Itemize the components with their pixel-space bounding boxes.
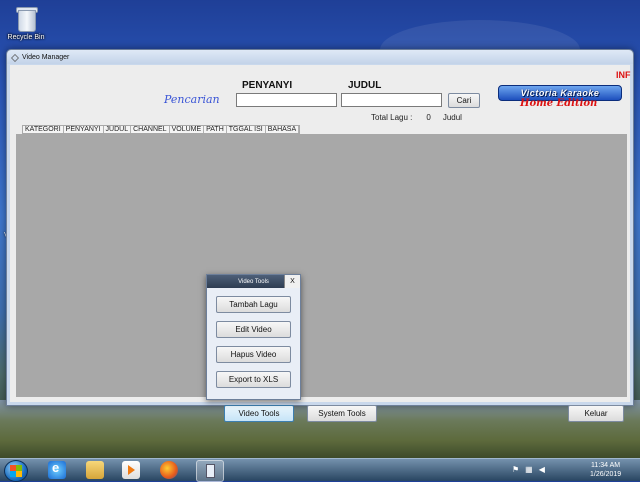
info-label: INF [616,70,631,80]
judul-search-input[interactable] [341,93,442,107]
total-lagu: Total Lagu : 0 Judul [371,113,462,122]
video-tools-button[interactable]: Video Tools [224,405,294,422]
video-manager-window: Video Manager PENYANYI JUDUL INF Pencari… [6,49,634,422]
system-tray: ⚑ ▦ ◀ [512,465,545,474]
video-manager-taskbar-icon[interactable] [196,460,224,482]
penyanyi-search-input[interactable] [236,93,337,107]
column-header[interactable]: VOLUME [170,126,205,133]
column-header[interactable]: JUDUL [104,126,132,133]
window-title: Video Manager [22,53,70,61]
tray-volume-icon[interactable]: ◀ [539,465,545,474]
firefox-icon[interactable] [160,461,178,479]
tray-network-icon[interactable]: ▦ [525,465,533,474]
edit-video-button[interactable]: Edit Video [216,321,291,338]
clock[interactable]: 11:34 AM 1/26/2019 [590,461,621,479]
column-header[interactable]: PENYANYI [64,126,104,133]
logo-sub-text: Home Edition [520,98,598,109]
media-player-icon[interactable] [122,461,140,479]
export-xls-button[interactable]: Export to XLS [216,371,291,388]
recycle-bin-shortcut[interactable]: Recycle Bin [6,4,46,41]
video-tools-popup: Video Tools X Tambah Lagu Edit Video Hap… [206,274,301,400]
tambah-lagu-button[interactable]: Tambah Lagu [216,296,291,313]
penyanyi-label: PENYANYI [242,80,293,91]
file-explorer-icon[interactable] [86,461,104,479]
judul-label: JUDUL [348,80,382,91]
total-lagu-count: 0 [426,113,431,122]
song-table-area[interactable] [16,134,627,397]
taskbar: ⚑ ▦ ◀ 11:34 AM 1/26/2019 [0,458,640,482]
keluar-button[interactable]: Keluar [568,405,624,422]
close-icon[interactable]: X [284,275,300,288]
clock-date: 1/26/2019 [590,471,622,478]
clock-time: 11:34 AM [591,462,621,469]
popup-title: Video Tools [238,278,269,285]
table-header: KATEGORI PENYANYI JUDUL CHANNEL VOLUME P… [22,125,301,134]
total-lagu-unit: Judul [442,113,462,122]
column-header[interactable]: KATEGORI [23,126,64,133]
pencarian-label: Pencarian [164,93,220,106]
recycle-bin-icon [14,4,38,32]
column-header[interactable]: TGGAL ISI [227,126,266,133]
recycle-bin-label: Recycle Bin [7,34,45,41]
tray-flag-icon[interactable]: ⚑ [512,465,519,474]
hapus-video-button[interactable]: Hapus Video [216,346,291,363]
column-header[interactable]: CHANNEL [131,126,170,133]
cari-button[interactable]: Cari [448,93,480,108]
total-lagu-label: Total Lagu : [371,113,413,122]
victoria-karaoke-logo: Victoria Karaoke Home Edition [498,85,622,121]
app-icon [11,53,19,61]
column-header[interactable]: BAHASA [266,126,300,133]
column-header[interactable]: PATH [204,126,227,133]
window-client-area: PENYANYI JUDUL INF Pencarian Cari Total … [10,65,631,422]
system-tools-button[interactable]: System Tools [307,405,377,422]
window-titlebar[interactable]: Video Manager [7,50,633,64]
popup-titlebar[interactable]: Video Tools X [207,275,300,288]
start-button[interactable] [4,460,28,482]
internet-explorer-icon[interactable] [48,460,66,479]
